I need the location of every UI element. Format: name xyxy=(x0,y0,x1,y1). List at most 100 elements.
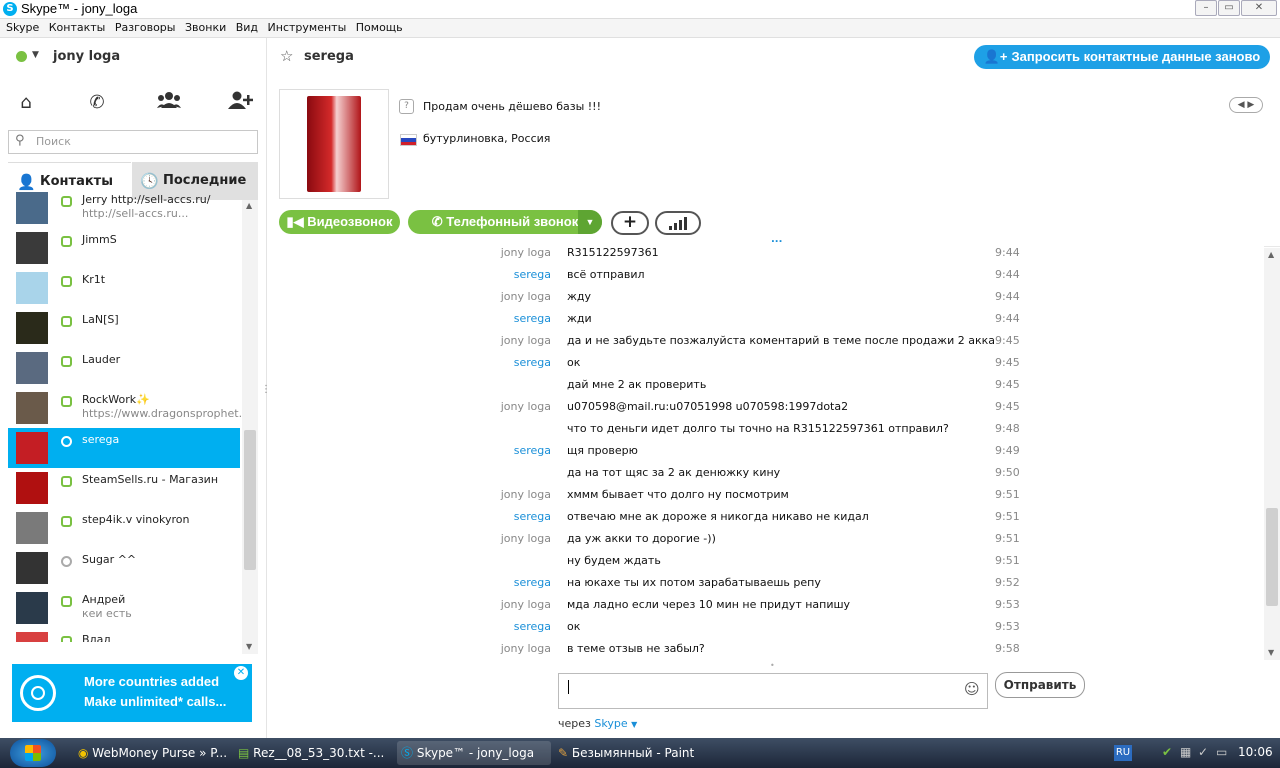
contact-item[interactable]: Sugar ^^ xyxy=(8,548,240,588)
message-sender[interactable]: jony loga xyxy=(501,488,551,501)
message-sender[interactable]: serega xyxy=(514,268,551,281)
scrollbar-thumb[interactable] xyxy=(1266,508,1278,606)
info-pager[interactable]: ◀ ▶ xyxy=(1229,97,1263,113)
via-label: через Skype ▼ xyxy=(558,717,637,730)
message-row: serega ок 9:45 xyxy=(267,356,1264,378)
language-indicator[interactable]: RU xyxy=(1114,745,1132,761)
menu-conversations[interactable]: Разговоры xyxy=(115,19,176,37)
contact-item[interactable]: serega xyxy=(8,428,240,468)
menu-calls[interactable]: Звонки xyxy=(185,19,226,37)
star-icon[interactable]: ☆ xyxy=(280,47,293,65)
message-row: ну будем ждать 9:51 xyxy=(267,554,1264,576)
menu-view[interactable]: Вид xyxy=(236,19,258,37)
contact-item[interactable]: step4ik.v vinokyron xyxy=(8,508,240,548)
taskbar-item-skype[interactable]: Ⓢ Skype™ - jony_loga xyxy=(397,741,551,765)
home-icon[interactable]: ⌂ xyxy=(11,91,41,115)
request-contact-button[interactable]: 👤+ Запросить контактные данные заново xyxy=(974,45,1270,69)
network-tray-icon[interactable]: ▦ xyxy=(1180,745,1191,759)
contact-list-scrollbar[interactable]: ▲ ▼ xyxy=(242,200,258,654)
menu-tools[interactable]: Инструменты xyxy=(268,19,347,37)
contact-item[interactable]: Kr1t xyxy=(8,268,240,308)
ad-banner[interactable]: More countries added Make unlimited* cal… xyxy=(12,664,252,722)
status-unknown-icon: ? xyxy=(399,99,414,114)
profile-name[interactable]: jony loga xyxy=(53,49,120,64)
scroll-up-icon[interactable]: ▲ xyxy=(1268,250,1274,259)
contact-name: step4ik.v vinokyron xyxy=(82,513,190,526)
contact-item[interactable]: Lauder xyxy=(8,348,240,388)
menu-contacts[interactable]: Контакты xyxy=(49,19,106,37)
clock[interactable]: 10:06 xyxy=(1238,745,1273,759)
contact-item[interactable]: RockWork✨ https://www.dragonsprophet... xyxy=(8,388,242,428)
message-sender[interactable]: jony loga xyxy=(501,400,551,413)
contact-mood: http://sell-accs.ru... xyxy=(82,207,189,220)
message-sender[interactable]: jony loga xyxy=(501,290,551,303)
search-input[interactable]: ⚲ Поиск xyxy=(8,130,258,154)
message-time: 9:44 xyxy=(995,246,1020,259)
expand-dots[interactable]: ... xyxy=(771,234,782,245)
taskbar-item-paint[interactable]: ✎ Безымянный - Paint xyxy=(558,741,712,765)
contact-item[interactable]: Андрей кеи есть xyxy=(8,588,240,628)
message-sender[interactable]: jony loga xyxy=(501,598,551,611)
menu-skype[interactable]: Skype xyxy=(6,19,39,37)
via-service[interactable]: Skype xyxy=(594,717,627,730)
scroll-down-icon[interactable]: ▼ xyxy=(246,642,252,651)
message-row: serega всё отправил 9:44 xyxy=(267,268,1264,290)
taskbar-item-webmoney[interactable]: ◉ WebMoney Purse » P... xyxy=(78,741,232,765)
contact-avatar xyxy=(16,272,48,304)
message-sender[interactable]: serega xyxy=(514,576,551,589)
scroll-up-icon[interactable]: ▲ xyxy=(246,201,252,210)
message-scrollbar[interactable]: ▲ ▼ xyxy=(1264,248,1280,660)
phone-call-dropdown-icon[interactable]: ▼ xyxy=(578,210,602,234)
contact-avatar xyxy=(16,632,48,642)
menu-help[interactable]: Помощь xyxy=(356,19,403,37)
scroll-down-icon[interactable]: ▼ xyxy=(1268,648,1274,657)
contact-item[interactable]: Jerry http://sell-accs.ru/http://sell-ac… xyxy=(8,188,240,228)
message-time: 9:51 xyxy=(995,510,1020,523)
contact-item[interactable]: JimmS xyxy=(8,228,240,268)
skype-tray-icon[interactable]: ✔ xyxy=(1162,745,1172,759)
contact-item[interactable]: Влад xyxy=(8,628,240,642)
message-sender[interactable]: serega xyxy=(514,620,551,633)
phone-icon[interactable]: ✆ xyxy=(82,91,112,115)
presence-icon xyxy=(61,356,72,367)
signal-bars-icon xyxy=(669,217,687,230)
add-contact-icon[interactable] xyxy=(226,91,256,115)
message-input[interactable]: ☺ xyxy=(558,673,988,709)
message-sender[interactable]: jony loga xyxy=(501,334,551,347)
ad-line1: More countries added xyxy=(84,674,220,689)
call-quality-button[interactable] xyxy=(655,211,701,235)
message-row: serega отвечаю мне ак дороже я никогда ни… xyxy=(267,510,1264,532)
group-icon[interactable] xyxy=(154,91,184,115)
message-row: jony loga хммм бывает что долго ну посмот… xyxy=(267,488,1264,510)
video-call-button[interactable]: ▮◀ Видеозвонок xyxy=(279,210,400,234)
display-tray-icon[interactable]: ▭ xyxy=(1216,745,1227,759)
send-button[interactable]: Отправить xyxy=(995,672,1085,698)
message-sender[interactable]: serega xyxy=(514,312,551,325)
resize-handle[interactable]: • xyxy=(770,661,775,670)
chrome-icon: ◉ xyxy=(78,746,93,760)
taskbar-item-notepad[interactable]: ▤ Rez__08_53_30.txt -... xyxy=(238,741,392,765)
message-sender[interactable]: jony loga xyxy=(501,246,551,259)
close-ad-icon[interactable]: ✕ xyxy=(234,666,248,680)
close-button[interactable]: ✕ xyxy=(1241,0,1277,16)
add-button[interactable]: + xyxy=(611,211,649,235)
chevron-down-icon[interactable]: ▼ xyxy=(631,720,637,729)
message-sender[interactable]: serega xyxy=(514,510,551,523)
contact-item[interactable]: LaN[S] xyxy=(8,308,240,348)
taskbar-item-paint-label: Безымянный - Paint xyxy=(571,746,695,760)
minimize-button[interactable]: – xyxy=(1195,0,1217,16)
security-tray-icon[interactable]: ✓ xyxy=(1198,745,1208,759)
scrollbar-thumb[interactable] xyxy=(244,430,256,570)
maximize-button[interactable]: ▭ xyxy=(1218,0,1240,16)
start-button[interactable] xyxy=(10,739,56,767)
message-sender[interactable]: jony loga xyxy=(501,532,551,545)
message-time: 9:49 xyxy=(995,444,1020,457)
contact-item[interactable]: SteamSells.ru - Магазин xyxy=(8,468,240,508)
message-sender[interactable]: serega xyxy=(514,444,551,457)
message-sender[interactable]: serega xyxy=(514,356,551,369)
emoticon-icon[interactable]: ☺ xyxy=(964,680,980,698)
message-sender[interactable]: jony loga xyxy=(501,642,551,655)
presence-icon xyxy=(61,396,72,407)
phone-call-button[interactable]: ✆ Телефонный звонок ▼ xyxy=(408,210,602,234)
message-text: u070598@mail.ru:u07051998 u070598:1997do… xyxy=(567,400,849,413)
